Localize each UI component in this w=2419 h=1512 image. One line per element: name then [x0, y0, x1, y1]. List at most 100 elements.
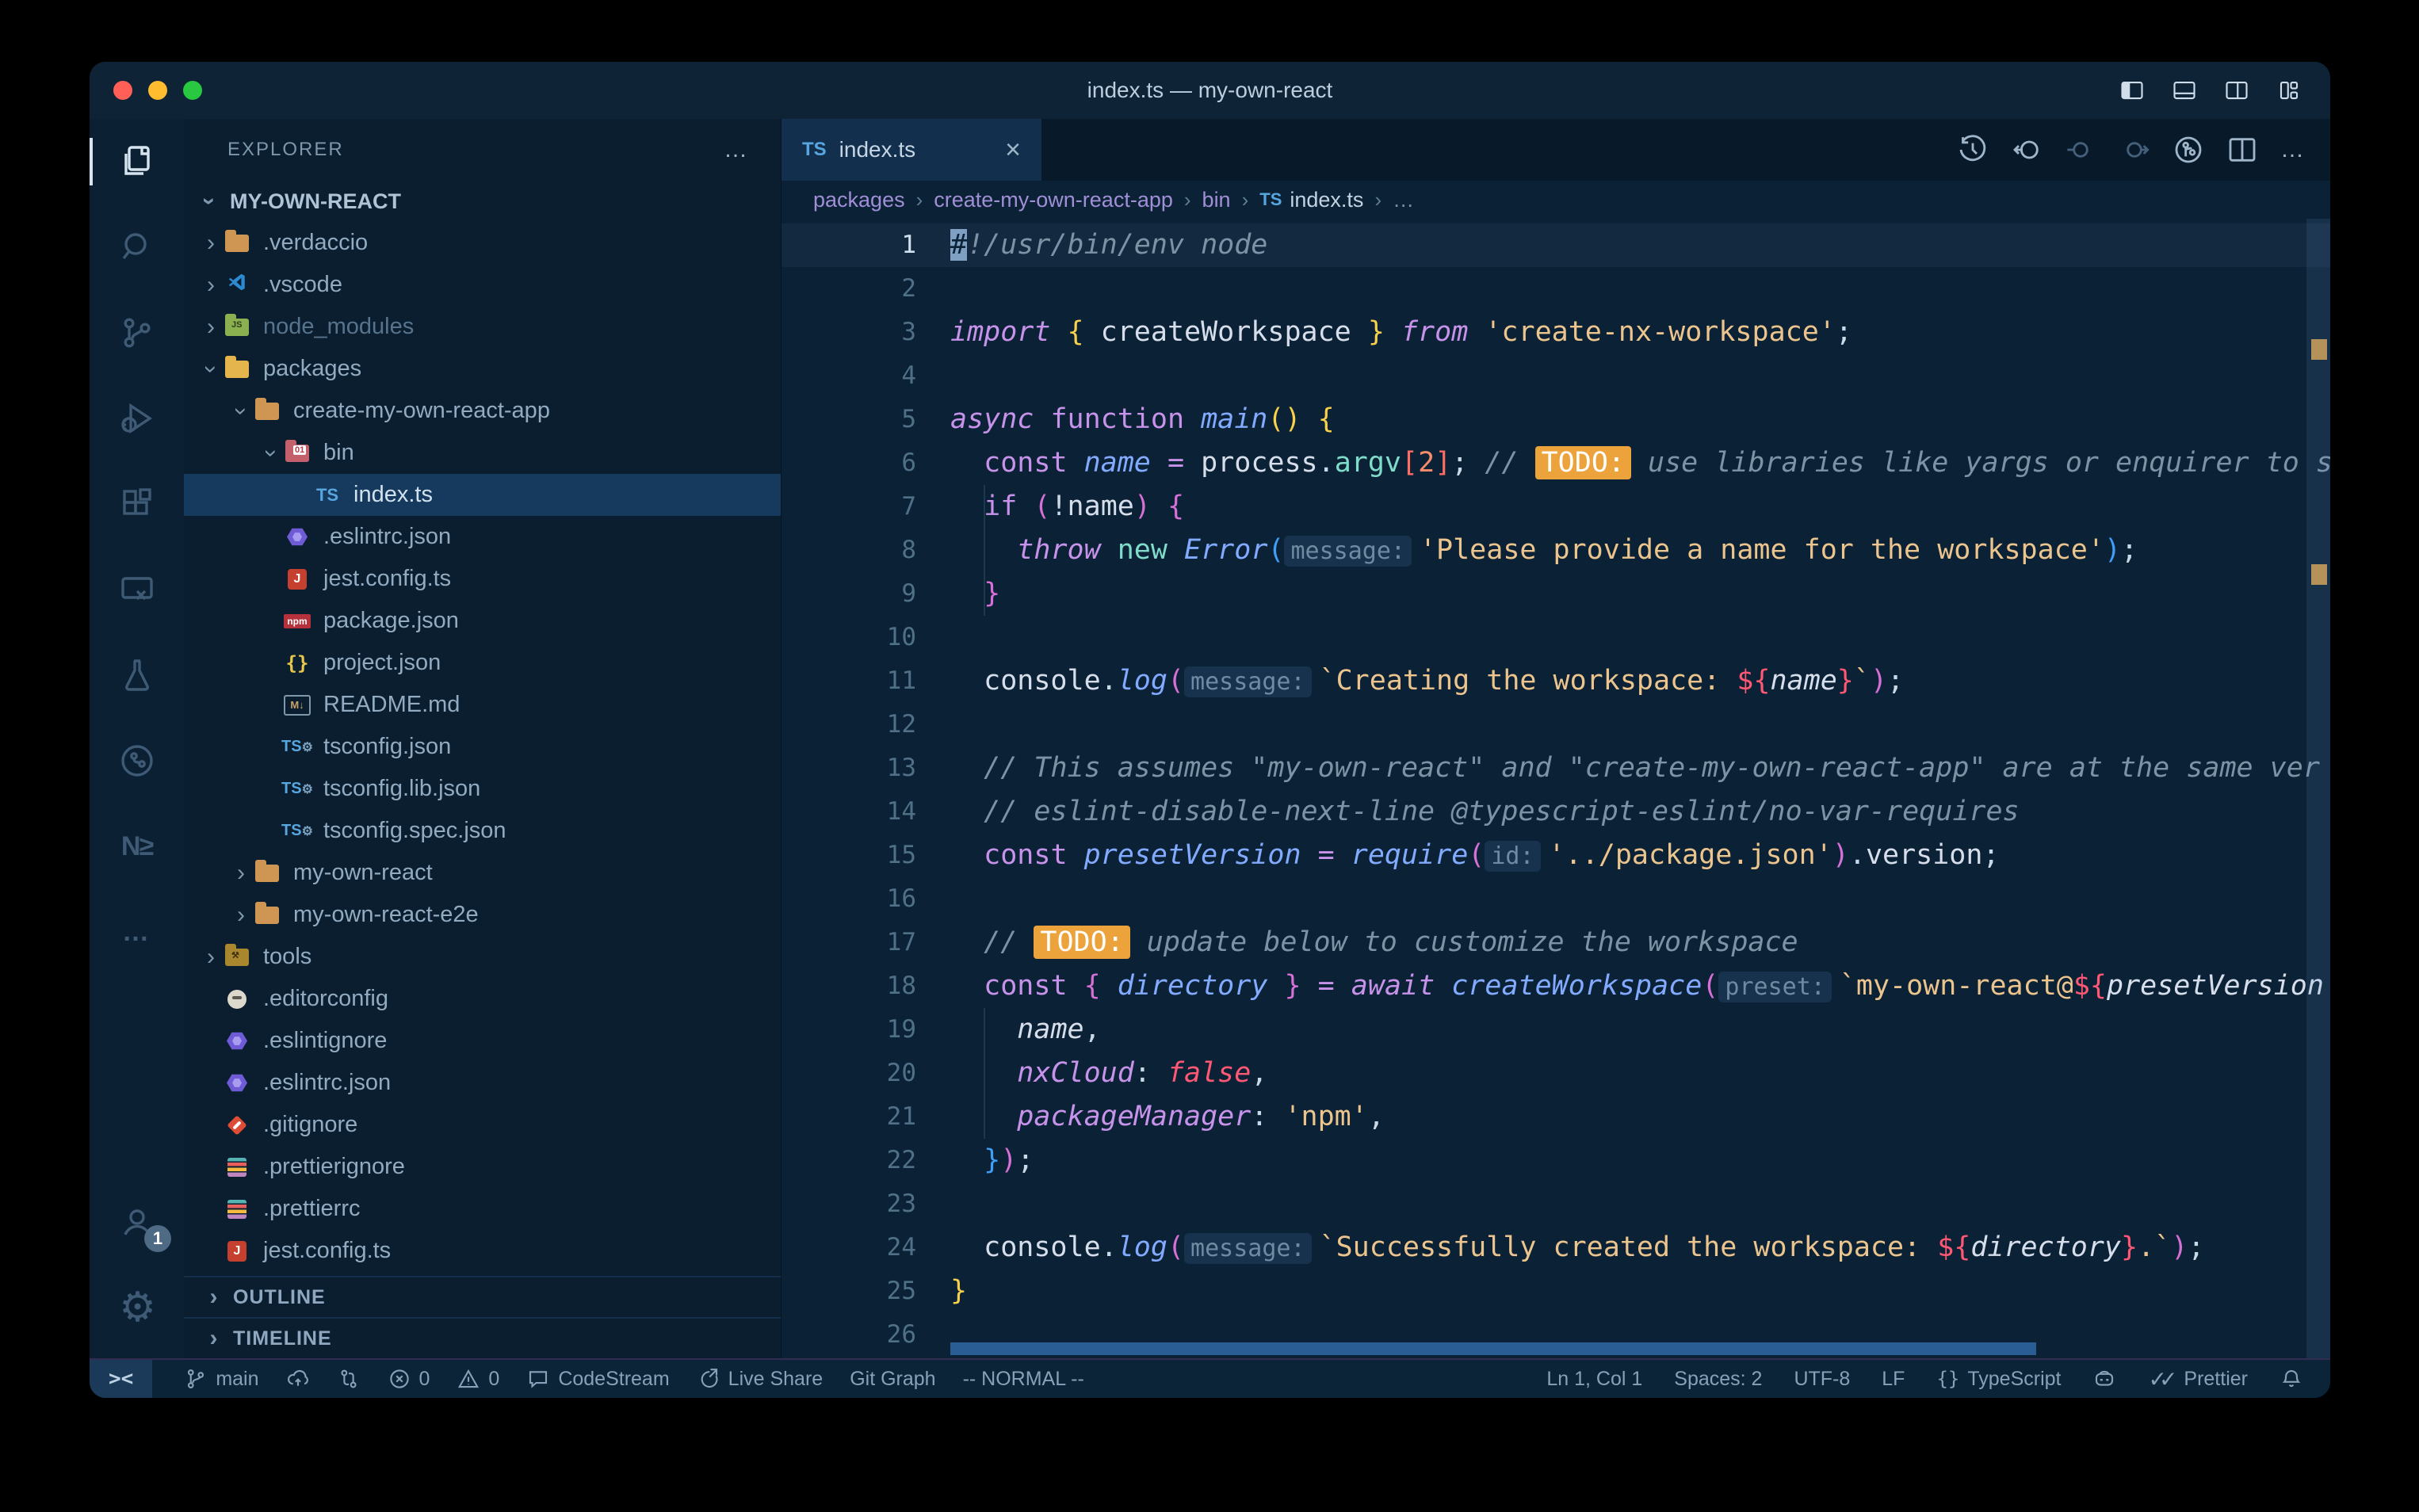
breadcrumb-item-index.ts[interactable]: TSindex.ts [1259, 188, 1363, 212]
tree-item-tsconfig.lib.json[interactable]: TS⚙tsconfig.lib.json [184, 768, 781, 810]
code-line[interactable]: 12 [781, 703, 2330, 746]
code-line[interactable]: 25} [781, 1270, 2330, 1313]
prettier-status[interactable]: ✓✓Prettier [2148, 1366, 2248, 1392]
breadcrumb-item-packages[interactable]: packages [813, 188, 905, 212]
tree-item-node-modules[interactable]: ›JSnode_modules [184, 306, 781, 348]
encoding-status[interactable]: UTF-8 [1794, 1368, 1850, 1391]
code-line[interactable]: 7 if (!name) { [781, 485, 2330, 529]
code-line[interactable]: 21 packageManager: 'npm', [781, 1095, 2330, 1139]
activity-settings[interactable]: ⚙ [90, 1265, 184, 1350]
code-line[interactable]: 23 [781, 1182, 2330, 1226]
code-line[interactable]: 2 [781, 267, 2330, 311]
errors-status[interactable]: 0 [388, 1367, 430, 1391]
warnings-status[interactable]: 0 [457, 1367, 499, 1391]
branch-status[interactable]: main [184, 1367, 258, 1391]
code-line[interactable]: 11 console.log(message:`Creating the wor… [781, 659, 2330, 703]
eol-status[interactable]: LF [1882, 1368, 1905, 1391]
tree-item-.prettierrc[interactable]: .prettierrc [184, 1188, 781, 1230]
activity-more-views[interactable]: … [90, 889, 184, 975]
horizontal-scrollbar[interactable] [950, 1342, 2036, 1355]
timeline-section-header[interactable]: › TIMELINE [184, 1317, 781, 1358]
tree-item-jest.config.ts[interactable]: Jjest.config.ts [184, 558, 781, 600]
code-line[interactable]: 9 } [781, 572, 2330, 616]
code-line[interactable]: 8 throw new Error(message:'Please provid… [781, 529, 2330, 572]
toggle-panel-icon[interactable] [2170, 78, 2199, 102]
code-line[interactable]: 3import { createWorkspace } from 'create… [781, 311, 2330, 354]
codestream-status[interactable]: CodeStream [526, 1367, 669, 1391]
code-editor[interactable]: 1#!/usr/bin/env node23import { createWor… [781, 219, 2330, 1358]
tree-item-tsconfig.json[interactable]: TS⚙tsconfig.json [184, 726, 781, 768]
code-line[interactable]: 5async function main() { [781, 398, 2330, 441]
code-line[interactable]: 19 name, [781, 1008, 2330, 1052]
code-line[interactable]: 15 const presetVersion = require(id:'../… [781, 834, 2330, 877]
tree-item-.eslintignore[interactable]: .eslintignore [184, 1020, 781, 1062]
tree-item-readme.md[interactable]: M↓README.md [184, 684, 781, 726]
toggle-sidebar-icon[interactable] [2118, 78, 2146, 102]
tree-item-bin[interactable]: ›01bin [184, 432, 781, 474]
tree-item-.eslintrc.json[interactable]: .eslintrc.json [184, 516, 781, 558]
tree-item-.eslintrc.json[interactable]: .eslintrc.json [184, 1062, 781, 1104]
vim-mode-status[interactable]: -- NORMAL -- [963, 1368, 1084, 1391]
tree-item-.gitignore[interactable]: .gitignore [184, 1104, 781, 1146]
breadcrumb-item-bin[interactable]: bin [1202, 188, 1231, 212]
code-line[interactable]: 16 [781, 877, 2330, 921]
code-line[interactable]: 24 console.log(message:`Successfully cre… [781, 1226, 2330, 1270]
breadcrumb-item-create-my-own-react-app[interactable]: create-my-own-react-app [934, 188, 1173, 212]
sidebar-actions-button[interactable]: … [724, 136, 749, 163]
code-line[interactable]: 17 // TODO: update below to customize th… [781, 921, 2330, 964]
code-line[interactable]: 6 const name = process.argv[2]; // TODO:… [781, 441, 2330, 485]
git-graph-status[interactable]: Git Graph [850, 1368, 935, 1391]
tree-item-tsconfig.spec.json[interactable]: TS⚙tsconfig.spec.json [184, 810, 781, 852]
tree-item-.vscode[interactable]: ›.vscode [184, 264, 781, 306]
activity-remote-explorer[interactable] [90, 547, 184, 632]
navigate-back-icon[interactable] [2011, 134, 2043, 166]
language-status[interactable]: {}TypeScript [1936, 1368, 2061, 1391]
tree-item-project.json[interactable]: {}project.json [184, 642, 781, 684]
tree-item-index.ts[interactable]: TSindex.ts [184, 474, 781, 516]
tree-item-.editorconfig[interactable]: .editorconfig [184, 978, 781, 1020]
previous-change-icon[interactable] [2065, 134, 2096, 166]
code-line[interactable]: 10 [781, 616, 2330, 659]
notifications-bell[interactable] [2280, 1367, 2303, 1391]
activity-explorer[interactable] [90, 119, 184, 204]
activity-source-control[interactable] [90, 290, 184, 376]
tree-item-.verdaccio[interactable]: ›.verdaccio [184, 222, 781, 264]
split-editor-icon[interactable] [2226, 134, 2258, 166]
close-tab-icon[interactable]: × [1005, 135, 1021, 166]
tree-item-my-own-react-e2e[interactable]: ›my-own-react-e2e [184, 894, 781, 936]
live-share-status[interactable]: Live Share [697, 1367, 824, 1391]
customize-layout-icon[interactable] [2275, 78, 2303, 102]
split-editor-right-icon[interactable] [2222, 78, 2251, 102]
tree-item-jest.config.ts[interactable]: Jjest.config.ts [184, 1230, 781, 1272]
code-line[interactable]: 14 // eslint-disable-next-line @typescri… [781, 790, 2330, 834]
code-line[interactable]: 18 const { directory } = await createWor… [781, 964, 2330, 1008]
tree-item-packages[interactable]: ›packages [184, 348, 781, 390]
code-line[interactable]: 22 }); [781, 1139, 2330, 1182]
code-line[interactable]: 4 [781, 354, 2330, 398]
activity-gitlens[interactable] [90, 718, 184, 804]
tree-item-my-own-react[interactable]: ›my-own-react [184, 852, 781, 894]
tree-item-tools[interactable]: ›⚒tools [184, 936, 781, 978]
remote-indicator[interactable]: >< [90, 1360, 152, 1398]
open-changes-icon[interactable] [2173, 134, 2204, 166]
timeline-history-icon[interactable] [1957, 134, 1989, 166]
activity-testing[interactable] [90, 632, 184, 718]
git-compare-status[interactable] [337, 1367, 361, 1391]
activity-search[interactable] [90, 204, 184, 290]
tree-item-package.json[interactable]: npmpackage.json [184, 600, 781, 642]
code-line[interactable]: 13 // This assumes "my-own-react" and "c… [781, 746, 2330, 790]
cursor-position[interactable]: Ln 1, Col 1 [1546, 1368, 1642, 1391]
indentation-status[interactable]: Spaces: 2 [1674, 1368, 1762, 1391]
vertical-scrollbar[interactable] [2306, 219, 2330, 1358]
tab-index-ts[interactable]: TS index.ts × [781, 119, 1041, 181]
activity-nx-console[interactable]: N≥ [90, 804, 184, 889]
tree-item-.prettierignore[interactable]: .prettierignore [184, 1146, 781, 1188]
code-line[interactable]: 20 nxCloud: false, [781, 1052, 2330, 1095]
activity-extensions[interactable] [90, 461, 184, 547]
next-change-icon[interactable] [2119, 134, 2150, 166]
tree-item-create-my-own-react-app[interactable]: ›create-my-own-react-app [184, 390, 781, 432]
more-actions-icon[interactable]: … [2280, 136, 2306, 163]
copilot-status[interactable] [2092, 1367, 2116, 1391]
outline-section-header[interactable]: › OUTLINE [184, 1276, 781, 1317]
breadcrumb-item--[interactable]: … [1393, 188, 1414, 212]
